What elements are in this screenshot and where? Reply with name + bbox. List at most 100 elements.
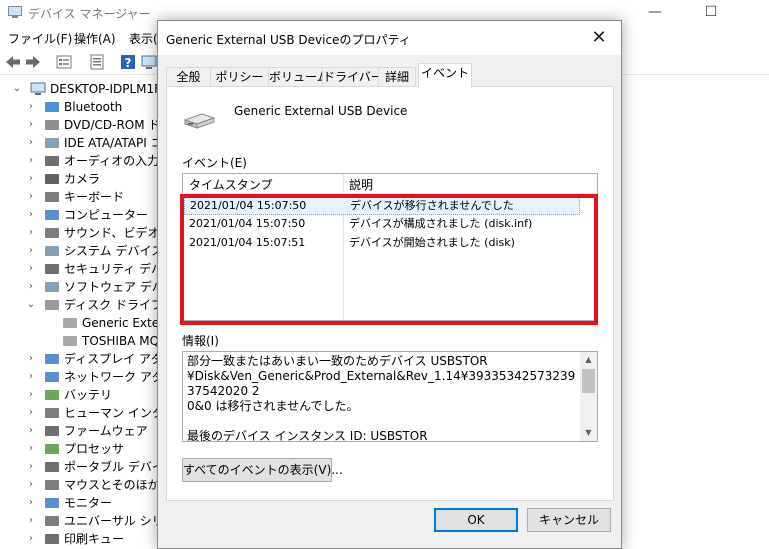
events-label: イベント(E) [182,156,247,170]
events-tab-panel: Generic External USB Device イベント(E) タイムス… [166,86,614,501]
column-header-timestamp[interactable]: タイムスタンプ [189,176,272,193]
chevron-right-icon[interactable]: › [24,386,38,404]
chevron-right-icon[interactable]: › [24,278,38,296]
chevron-down-icon[interactable]: ⌄ [24,296,38,314]
column-header-description[interactable]: 説明 [349,176,373,193]
chevron-right-icon[interactable]: › [24,530,38,548]
usb-drive-icon [183,113,216,129]
menu-view[interactable]: 表示( [129,30,158,47]
event-description: デバイスが移行されませんでした [350,199,514,212]
device-name: Generic External USB Device [234,104,408,118]
chevron-right-icon[interactable]: › [24,368,38,386]
chevron-right-icon[interactable]: › [24,170,38,188]
tree-item-label: システム デバイス [64,244,164,258]
minimize-button[interactable]: — [632,0,678,25]
scroll-up-icon[interactable]: ▲ [580,352,597,368]
event-row[interactable]: 2021/01/04 15:07:50 デバイスが構成されました (disk.in… [184,215,580,234]
tab-volumes[interactable]: ボリューム [268,67,329,87]
chevron-right-icon[interactable]: › [24,512,38,530]
tree-item-label: コンピューター [64,208,149,222]
computer-icon [45,210,59,220]
tree-item-label: キーボード [64,190,125,204]
chevron-down-icon[interactable]: ⌄ [10,80,24,98]
display-adapter-icon [45,354,59,364]
print-queue-icon [45,534,59,544]
event-timestamp: 2021/01/04 15:07:51 [189,236,306,249]
cancel-button[interactable]: キャンセル [527,508,611,532]
monitor-toolbar-icon[interactable] [140,53,158,71]
dialog-titlebar: Generic External USB Deviceのプロパティ ✕ [158,21,621,55]
chevron-right-icon[interactable]: › [24,116,38,134]
chevron-right-icon[interactable]: › [24,494,38,512]
forward-arrow-icon[interactable] [24,53,42,71]
network-adapter-icon [45,372,59,382]
info-text: 部分一致またはあいまい一致のためデバイス USBSTOR ¥Disk&Ven_G… [187,354,576,442]
monitor-icon [45,498,59,508]
battery-icon [45,390,59,400]
event-description: デバイスが開始されました (disk) [349,236,515,249]
computer-icon [30,82,46,95]
device-manager-icon [8,6,22,18]
security-device-icon [45,264,59,274]
software-device-icon [45,282,59,292]
back-arrow-icon[interactable] [4,53,22,71]
chevron-right-icon[interactable]: › [24,224,38,242]
properties-list-icon[interactable] [55,53,73,71]
properties-dialog: Generic External USB Deviceのプロパティ ✕ 全般 ポ… [157,20,622,549]
firmware-icon [45,426,59,436]
event-row[interactable]: 2021/01/04 15:07:50 デバイスが移行されませんでした [184,196,580,215]
event-timestamp: 2021/01/04 15:07:50 [190,199,307,212]
close-icon[interactable]: ✕ [585,26,613,50]
event-description: デバイスが構成されました (disk.inf) [349,217,533,230]
chevron-right-icon[interactable]: › [24,152,38,170]
chevron-right-icon[interactable]: › [24,242,38,260]
chevron-right-icon[interactable]: › [24,440,38,458]
tree-item-label: 印刷キュー [64,532,125,546]
info-textbox[interactable]: 部分一致またはあいまい一致のためデバイス USBSTOR ¥Disk&Ven_G… [182,351,598,442]
tab-general[interactable]: 全般 [166,67,211,87]
events-list[interactable]: タイムスタンプ 説明 2021/01/04 15:07:50 デバイスが移行されま… [182,173,598,321]
info-label: 情報(I) [182,334,219,348]
usb-controller-icon [45,516,59,526]
tab-policies[interactable]: ポリシー [210,67,269,87]
bluetooth-icon [45,102,59,112]
chevron-right-icon[interactable]: › [24,404,38,422]
chevron-right-icon[interactable]: › [24,206,38,224]
scroll-down-icon[interactable]: ▼ [580,425,597,441]
help-icon[interactable]: ? [119,53,137,71]
system-device-icon [45,246,59,256]
tab-events[interactable]: イベント [418,63,472,88]
disk-icon [63,318,77,328]
chevron-right-icon[interactable]: › [24,350,38,368]
disk-icon [63,336,77,346]
tree-item-label: カメラ [64,172,101,186]
tree-item-label: バッテリ [64,388,113,402]
chevron-right-icon[interactable]: › [24,188,38,206]
maximize-button[interactable]: ☐ [688,0,734,25]
show-all-events-button[interactable]: すべてのイベントの表示(V)... [182,458,343,482]
sound-icon [45,228,59,238]
device-view-icon[interactable] [88,53,106,71]
chevron-right-icon[interactable]: › [24,134,38,152]
audio-icon [45,156,59,166]
chevron-right-icon[interactable]: › [24,422,38,440]
camera-icon [45,174,59,184]
scroll-thumb[interactable] [582,369,595,393]
chevron-right-icon[interactable]: › [24,260,38,278]
tree-item-label: モニター [64,496,113,510]
tab-driver[interactable]: ドライバー [322,67,383,87]
info-scrollbar[interactable]: ▲ ▼ [580,352,597,441]
keyboard-icon [45,192,59,202]
menu-file[interactable]: ファイル(F) [8,30,72,47]
chevron-right-icon[interactable]: › [24,458,38,476]
chevron-right-icon[interactable]: › [24,98,38,116]
chevron-right-icon[interactable]: › [24,476,38,494]
tab-details[interactable]: 詳細 [378,67,416,87]
menu-action[interactable]: 操作(A) [74,30,116,47]
disk-drive-icon [45,300,59,310]
ide-controller-icon [45,138,59,148]
device-manager-title: デバイス マネージャー [28,7,151,21]
hid-icon [45,408,59,418]
event-row[interactable]: 2021/01/04 15:07:51 デバイスが開始されました (disk) [184,234,580,253]
ok-button[interactable]: OK [434,508,518,532]
